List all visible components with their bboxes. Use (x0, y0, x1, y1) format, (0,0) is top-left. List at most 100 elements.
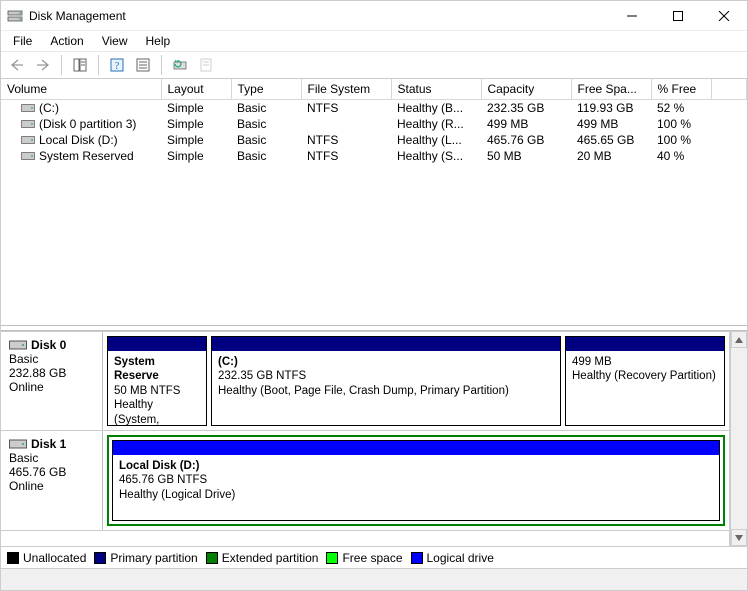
partition-system-reserved[interactable]: System Reserve 50 MB NTFS Healthy (Syste… (107, 336, 207, 426)
disk-map: Disk 0 Basic 232.88 GB Online System Res… (1, 331, 730, 546)
disk-header-1[interactable]: Disk 1 Basic 465.76 GB Online (1, 431, 103, 530)
partition-label: (C:) (218, 355, 554, 369)
settings-button[interactable] (131, 54, 155, 76)
properties-button[interactable] (194, 54, 218, 76)
legend-unallocated: Unallocated (7, 551, 86, 565)
menu-action[interactable]: Action (42, 33, 91, 49)
partition-stripe (212, 337, 560, 351)
disk-icon (9, 339, 27, 351)
volume-filesystem: NTFS (301, 148, 391, 164)
col-filesystem[interactable]: File System (301, 79, 391, 100)
app-icon (7, 8, 23, 24)
toolbar-divider (161, 55, 162, 75)
partition-size: 465.76 GB NTFS (119, 473, 713, 487)
partition-status: Healthy (Boot, Page File, Crash Dump, Pr… (218, 384, 554, 398)
volume-type: Basic (231, 100, 301, 117)
disk-row-0[interactable]: Disk 0 Basic 232.88 GB Online System Res… (1, 331, 729, 431)
close-button[interactable] (701, 1, 747, 31)
col-freespace[interactable]: Free Spa... (571, 79, 651, 100)
logical-drive-d[interactable]: Local Disk (D:) 465.76 GB NTFS Healthy (… (112, 440, 720, 521)
show-hide-tree-button[interactable] (68, 54, 92, 76)
volume-pctfree: 100 % (651, 116, 711, 132)
disk-status: Online (9, 380, 94, 394)
disk-name: Disk 0 (31, 338, 66, 352)
partition-stripe (566, 337, 724, 351)
help-button[interactable]: ? (105, 54, 129, 76)
volume-status: Healthy (B... (391, 100, 481, 117)
legend-logical: Logical drive (411, 551, 494, 565)
col-pctfree[interactable]: % Free (651, 79, 711, 100)
disk-row-1[interactable]: Disk 1 Basic 465.76 GB Online Local Disk… (1, 431, 729, 531)
toolbar: ? (1, 51, 747, 79)
titlebar: Disk Management (1, 1, 747, 31)
partition-area-1: Local Disk (D:) 465.76 GB NTFS Healthy (… (103, 431, 729, 530)
partition-status: Healthy (Logical Drive) (119, 488, 713, 502)
volume-pctfree: 100 % (651, 132, 711, 148)
scroll-up-button[interactable] (731, 331, 747, 348)
forward-button[interactable] (31, 54, 55, 76)
legend: Unallocated Primary partition Extended p… (1, 546, 747, 568)
back-button[interactable] (5, 54, 29, 76)
volume-layout: Simple (161, 132, 231, 148)
volume-filesystem (301, 116, 391, 132)
volume-status: Healthy (L... (391, 132, 481, 148)
disk-status: Online (9, 479, 94, 493)
volume-name: (C:) (39, 101, 59, 115)
menu-file[interactable]: File (5, 33, 40, 49)
disk-name: Disk 1 (31, 437, 66, 451)
partition-stripe (113, 441, 719, 455)
volume-type: Basic (231, 116, 301, 132)
col-status[interactable]: Status (391, 79, 481, 100)
col-type[interactable]: Type (231, 79, 301, 100)
minimize-button[interactable] (609, 1, 655, 31)
disk-size: 465.76 GB (9, 465, 94, 479)
table-row[interactable]: System ReservedSimpleBasicNTFSHealthy (S… (1, 148, 747, 164)
volume-pctfree: 40 % (651, 148, 711, 164)
drive-icon (21, 103, 35, 113)
volume-type: Basic (231, 148, 301, 164)
partition-recovery[interactable]: 499 MB Healthy (Recovery Partition) (565, 336, 725, 426)
volume-filesystem: NTFS (301, 100, 391, 117)
drive-icon (21, 135, 35, 145)
svg-text:?: ? (115, 60, 120, 72)
partition-c[interactable]: (C:) 232.35 GB NTFS Healthy (Boot, Page … (211, 336, 561, 426)
menu-help[interactable]: Help (138, 33, 179, 49)
table-row[interactable]: (Disk 0 partition 3)SimpleBasicHealthy (… (1, 116, 747, 132)
partition-label: System Reserve (114, 355, 200, 384)
disk-header-0[interactable]: Disk 0 Basic 232.88 GB Online (1, 332, 103, 430)
volume-table[interactable]: Volume Layout Type File System Status Ca… (1, 79, 747, 164)
disk-size: 232.88 GB (9, 366, 94, 380)
extended-partition[interactable]: Local Disk (D:) 465.76 GB NTFS Healthy (… (107, 435, 725, 526)
partition-size: 50 MB NTFS (114, 384, 200, 398)
disk-type: Basic (9, 352, 94, 366)
volume-capacity: 50 MB (481, 148, 571, 164)
volume-free: 20 MB (571, 148, 651, 164)
partition-status: Healthy (Recovery Partition) (572, 369, 718, 383)
volume-type: Basic (231, 132, 301, 148)
maximize-button[interactable] (655, 1, 701, 31)
vertical-scrollbar[interactable] (730, 331, 747, 546)
scroll-track[interactable] (731, 348, 747, 529)
refresh-button[interactable] (168, 54, 192, 76)
table-row[interactable]: (C:)SimpleBasicNTFSHealthy (B...232.35 G… (1, 100, 747, 117)
toolbar-divider (61, 55, 62, 75)
volume-list-pane: Volume Layout Type File System Status Ca… (1, 79, 747, 325)
menu-view[interactable]: View (94, 33, 136, 49)
col-layout[interactable]: Layout (161, 79, 231, 100)
menubar: File Action View Help (1, 31, 747, 51)
partition-label: Local Disk (D:) (119, 459, 713, 473)
scroll-down-button[interactable] (731, 529, 747, 546)
col-capacity[interactable]: Capacity (481, 79, 571, 100)
volume-layout: Simple (161, 148, 231, 164)
legend-primary: Primary partition (94, 551, 197, 565)
drive-icon (21, 119, 35, 129)
col-volume[interactable]: Volume (1, 79, 161, 100)
volume-capacity: 465.76 GB (481, 132, 571, 148)
volume-pctfree: 52 % (651, 100, 711, 117)
partition-status: Healthy (System, (114, 398, 200, 425)
volume-free: 499 MB (571, 116, 651, 132)
volume-free: 465.65 GB (571, 132, 651, 148)
table-row[interactable]: Local Disk (D:)SimpleBasicNTFSHealthy (L… (1, 132, 747, 148)
volume-layout: Simple (161, 116, 231, 132)
status-bar (1, 568, 747, 590)
